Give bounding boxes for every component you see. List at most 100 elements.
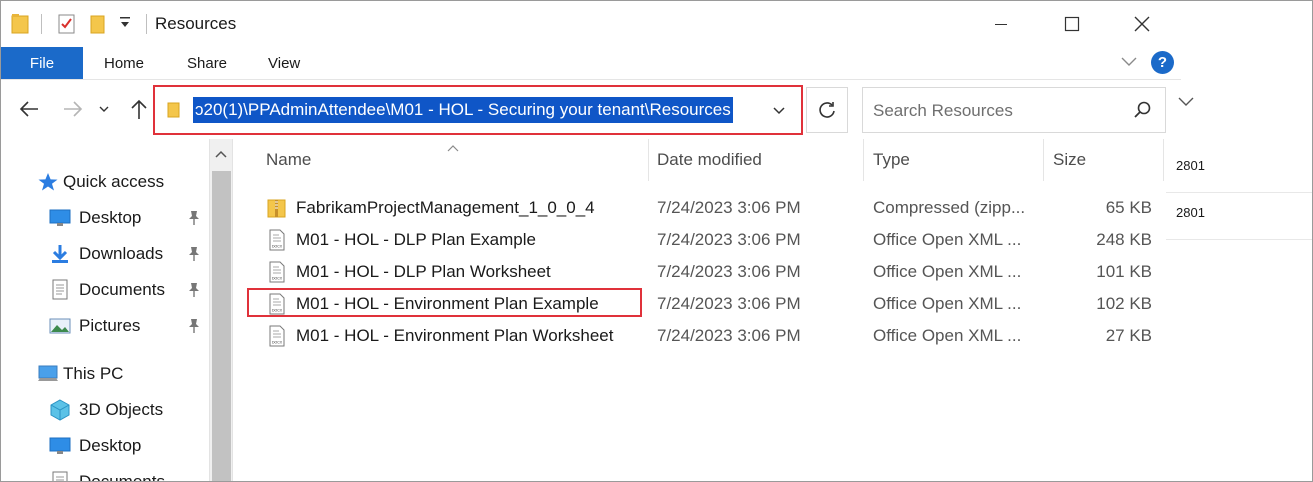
sidebar-item-downloads[interactable]: Downloads [49,238,163,270]
file-size: 101 KB [1096,262,1152,281]
chevron-down-icon[interactable] [1177,95,1195,114]
minimize-icon [995,24,1007,25]
sidebar-item-desktop[interactable]: Desktop [49,430,141,462]
sidebar-item-pictures[interactable]: Pictures [49,310,140,342]
sidebar-item-3d-objects[interactable]: 3D Objects [49,394,163,426]
file-name: FabrikamProjectManagement_1_0_0_4 [296,198,595,217]
svg-text:DOCX: DOCX [272,309,283,313]
sidebar-item-label: Desktop [79,208,142,227]
background-row: 2801 [1166,186,1312,240]
customize-toolbar-chevron-icon[interactable] [119,16,131,35]
file-name: M01 - HOL - Environment Plan Worksheet [296,326,614,345]
file-date: 7/24/2023 3:06 PM [657,198,801,217]
desktop-icon [49,207,71,229]
forward-button[interactable] [59,95,87,123]
navigation-pane: Quick access Desktop Downloads Documents [1,139,209,482]
pin-icon[interactable] [187,246,201,267]
file-date: 7/24/2023 3:06 PM [657,294,801,313]
sidebar-item-this-pc[interactable]: This PC [37,358,123,390]
tab-share[interactable]: Share [187,47,227,79]
help-button[interactable]: ? [1151,51,1174,74]
sidebar-item-label: Documents [79,280,165,299]
table-row[interactable]: DOCX M01 - HOL - Environment Plan Exampl… [264,288,1164,320]
address-path[interactable]: ɔ20(1)\PPAdminAttendee\M01 - HOL - Secur… [193,97,733,123]
pc-icon [37,363,59,385]
sort-ascending-icon [446,139,460,157]
chevron-down-icon [99,106,109,112]
sidebar-scrollbar[interactable] [209,139,233,481]
refresh-icon [819,102,835,118]
back-button[interactable] [15,95,43,123]
file-size: 102 KB [1096,294,1152,313]
chevron-up-icon [215,150,227,158]
star-icon [37,171,59,193]
svg-text:DOCX: DOCX [272,245,283,249]
background-window: 2801 2801 [1166,139,1312,481]
close-button[interactable] [1119,1,1165,47]
expand-ribbon-chevron-icon[interactable] [1120,55,1138,74]
sidebar-item-quick-access[interactable]: Quick access [37,166,164,198]
file-size: 65 KB [1105,198,1152,217]
sidebar-item-documents[interactable]: Documents [49,274,165,306]
cube-icon [49,399,71,421]
file-name: M01 - HOL - Environment Plan Example [296,294,599,313]
sidebar-item-label: Quick access [63,172,165,191]
arrow-right-icon [64,101,83,117]
documents-icon [49,279,71,301]
file-type: Office Open XML ... [873,294,1022,313]
file-type: Office Open XML ... [873,262,1022,281]
table-row[interactable]: DOCX M01 - HOL - Environment Plan Worksh… [264,320,1164,352]
column-header-size[interactable]: Size [1053,139,1086,181]
column-header-type[interactable]: Type [873,139,910,181]
docx-icon: DOCX [266,260,288,284]
column-header-date-modified[interactable]: Date modified [657,139,762,181]
pin-icon[interactable] [187,282,201,303]
sidebar-item-desktop[interactable]: Desktop [49,202,141,234]
pictures-icon [49,315,71,337]
navigation-bar: ɔ20(1)\PPAdminAttendee\M01 - HOL - Secur… [1,81,1312,139]
download-icon [49,243,71,265]
file-type: Compressed (zipp... [873,198,1026,217]
tab-view[interactable]: View [268,47,300,79]
tab-file[interactable]: File [1,47,83,79]
search-box[interactable] [862,87,1166,133]
maximize-button[interactable] [1049,1,1095,47]
recent-locations-button[interactable] [95,95,113,123]
scroll-up-button[interactable] [210,139,232,169]
table-row[interactable]: DOCX M01 - HOL - DLP Plan Example 7/24/2… [264,224,1164,256]
up-button[interactable] [125,95,153,123]
address-dropdown-button[interactable] [765,97,793,125]
sidebar-item-label: This PC [63,364,124,383]
chevron-down-icon [773,107,785,115]
file-size: 248 KB [1096,230,1152,249]
pin-icon[interactable] [187,210,201,231]
sidebar-item-label: Documents [79,472,165,482]
window-title: Resources [155,14,237,33]
column-header-name[interactable]: Name [266,139,311,181]
table-row[interactable]: DOCX M01 - HOL - DLP Plan Worksheet 7/24… [264,256,1164,288]
file-name: M01 - HOL - DLP Plan Example [296,230,536,249]
minimize-button[interactable] [978,1,1024,47]
zip-folder-icon [266,196,288,220]
file-date: 7/24/2023 3:06 PM [657,262,801,281]
address-bar[interactable]: ɔ20(1)\PPAdminAttendee\M01 - HOL - Secur… [153,85,803,135]
properties-icon[interactable] [57,13,77,40]
scrollbar-thumb[interactable] [212,171,231,481]
search-icon[interactable] [1133,100,1153,125]
docx-icon: DOCX [266,228,288,252]
close-icon [1134,16,1150,32]
new-folder-icon[interactable] [89,13,107,40]
title-bar: Resources [1,1,1181,47]
refresh-button[interactable] [806,87,848,133]
sidebar-item-label: Desktop [79,436,142,455]
svg-text:DOCX: DOCX [272,341,283,345]
file-type: Office Open XML ... [873,326,1022,345]
sidebar-item-documents[interactable]: Documents [49,466,165,482]
tab-home[interactable]: Home [104,47,144,79]
table-row[interactable]: FabrikamProjectManagement_1_0_0_4 7/24/2… [264,192,1164,224]
pin-icon[interactable] [187,318,201,339]
file-name: M01 - HOL - DLP Plan Worksheet [296,262,551,281]
search-input[interactable] [873,98,1123,124]
file-explorer-window: Resources File Home Share View ? ɔ20(1)\… [0,0,1313,482]
docx-icon: DOCX [266,292,288,316]
